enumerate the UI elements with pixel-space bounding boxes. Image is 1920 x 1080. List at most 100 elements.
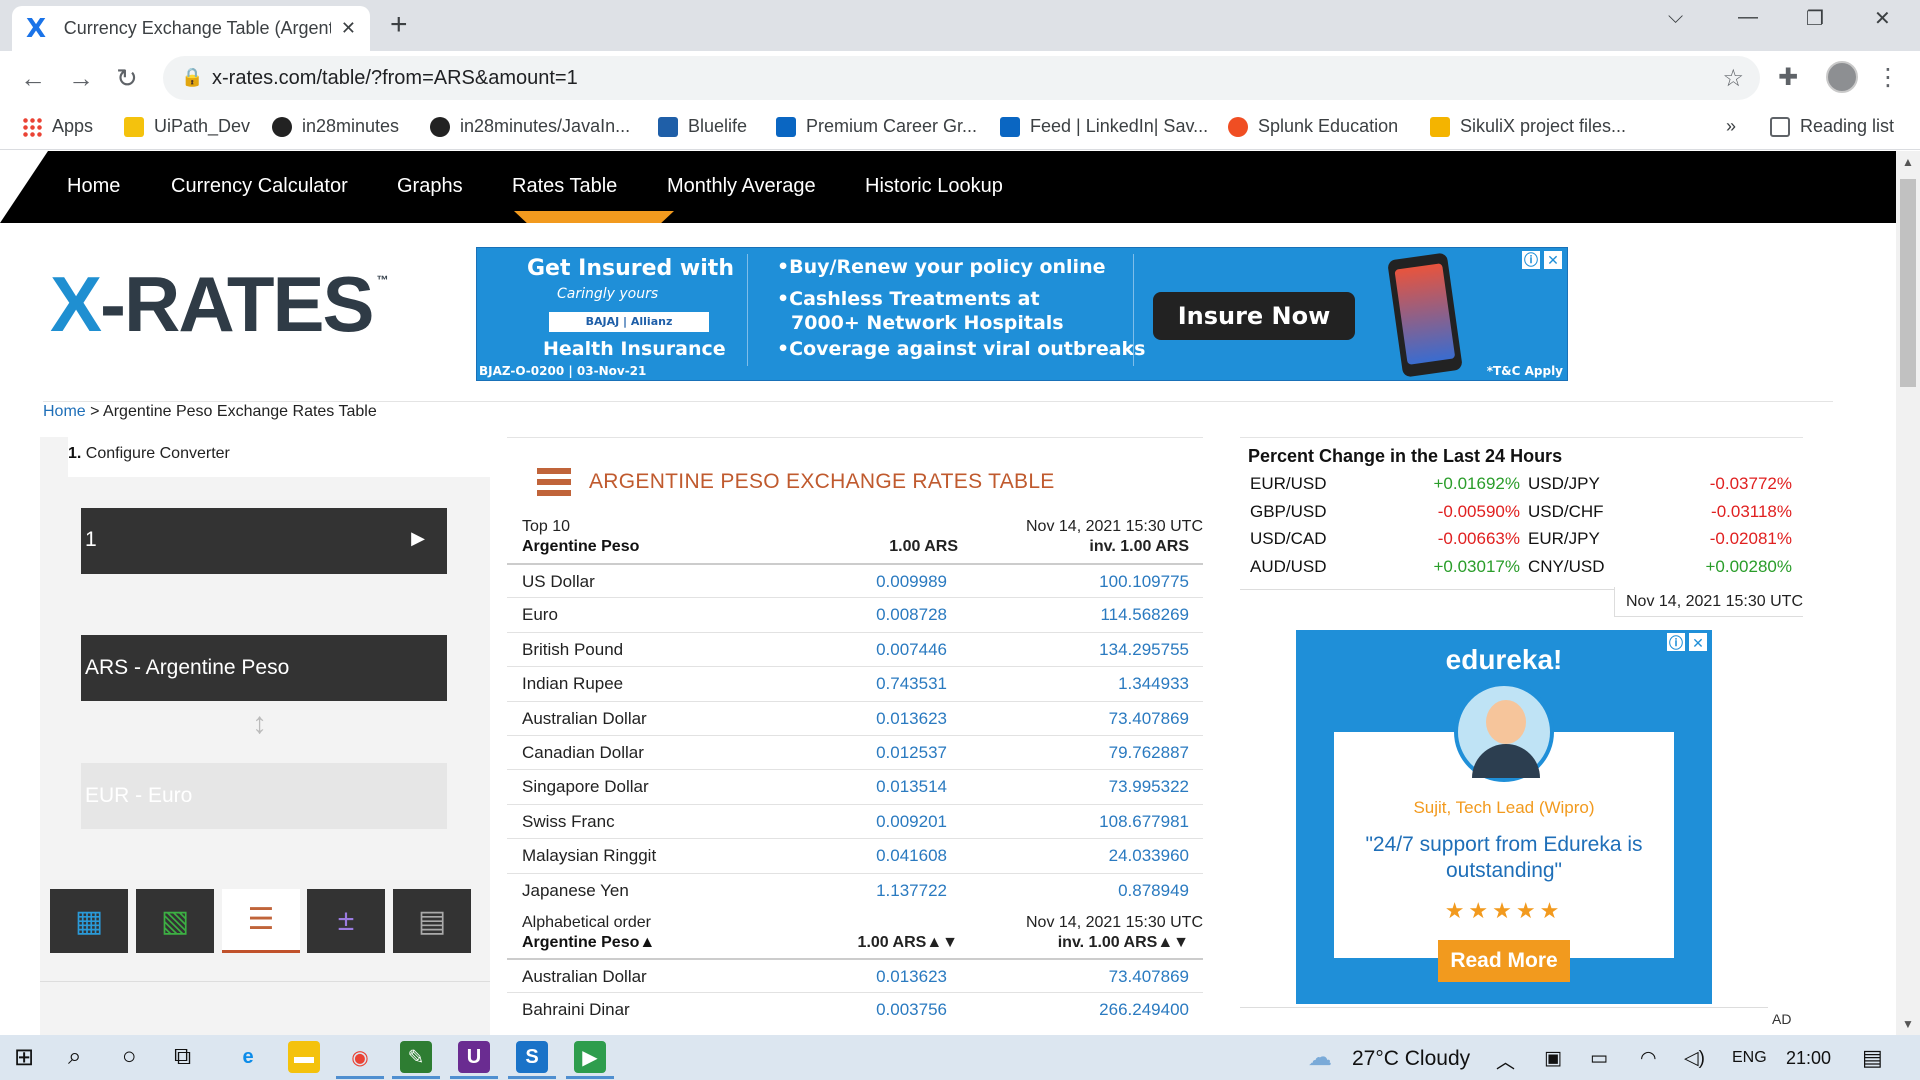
restore-icon[interactable]: ❐ bbox=[1806, 6, 1824, 31]
inverse-rate-link[interactable]: 73.407869 bbox=[1109, 709, 1189, 729]
rate-link[interactable]: 0.003756 bbox=[787, 1000, 947, 1020]
inverse-rate-link[interactable]: 79.762887 bbox=[1109, 743, 1189, 763]
breadcrumb-home[interactable]: Home bbox=[43, 403, 86, 420]
address-bar[interactable]: 🔒 x-rates.com/table/?from=ARS&amount=1 ☆ bbox=[163, 56, 1760, 100]
bookmark-apps[interactable]: Apps bbox=[22, 116, 93, 137]
windows-start-icon[interactable]: ⊞ bbox=[14, 1043, 34, 1072]
rate-link[interactable]: 0.041608 bbox=[787, 846, 947, 866]
close-tab-icon[interactable]: ✕ bbox=[341, 18, 356, 39]
alpha-base-sort-header[interactable]: Argentine Peso▲ bbox=[522, 934, 655, 952]
bookmark-in28minutes[interactable]: in28minutes bbox=[272, 116, 399, 137]
notepad-icon[interactable]: ✎ bbox=[392, 1041, 440, 1079]
currency-pair[interactable]: EUR/JPY bbox=[1528, 529, 1648, 549]
inverse-rate-link[interactable]: 114.568269 bbox=[1100, 605, 1189, 625]
cortana-icon[interactable]: ○ bbox=[122, 1043, 137, 1071]
nav-historic-lookup[interactable]: Historic Lookup bbox=[865, 175, 1003, 198]
amount-input[interactable]: 1 ▶ bbox=[81, 508, 447, 574]
graph-tool-button[interactable]: ▧ bbox=[136, 889, 214, 953]
currency-pair[interactable]: USD/CHF bbox=[1528, 502, 1648, 522]
rate-link[interactable]: 0.012537 bbox=[787, 743, 947, 763]
inverse-rate-link[interactable]: 266.249400 bbox=[1099, 1000, 1189, 1020]
reload-icon[interactable]: ↻ bbox=[116, 63, 138, 94]
scroll-thumb[interactable] bbox=[1900, 179, 1916, 387]
currency-pair[interactable]: EUR/USD bbox=[1250, 474, 1370, 494]
task-view-icon[interactable]: ⧉ bbox=[174, 1043, 191, 1071]
ad-close-icon[interactable]: ✕ bbox=[1688, 632, 1708, 652]
inverse-rate-link[interactable]: 108.677981 bbox=[1099, 812, 1189, 832]
inverse-rate-link[interactable]: 100.109775 bbox=[1099, 572, 1189, 592]
swap-currencies-icon[interactable]: ↕ bbox=[252, 707, 267, 741]
inverse-rate-link[interactable]: 73.995322 bbox=[1109, 777, 1189, 797]
convert-play-icon[interactable]: ▶ bbox=[411, 528, 425, 549]
minimize-icon[interactable]: — bbox=[1738, 6, 1758, 29]
alpha-inverse-sort-header[interactable]: inv. 1.00 ARS▲▼ bbox=[1058, 934, 1189, 952]
scroll-up-icon[interactable]: ▲ bbox=[1902, 155, 1914, 169]
bookmarks-overflow-button[interactable]: » bbox=[1726, 116, 1736, 137]
read-more-button[interactable]: Read More bbox=[1438, 940, 1570, 982]
inverse-rate-link[interactable]: 0.878949 bbox=[1118, 881, 1189, 901]
currency-pair[interactable]: AUD/USD bbox=[1250, 557, 1370, 577]
currency-pair[interactable]: USD/CAD bbox=[1250, 529, 1370, 549]
rate-link[interactable]: 0.009201 bbox=[787, 812, 947, 832]
browser-tab[interactable]: X Currency Exchange Table (Argentine Pes… bbox=[12, 6, 370, 51]
nav-currency-calculator[interactable]: Currency Calculator bbox=[171, 175, 348, 198]
ad-close-icon[interactable]: ✕ bbox=[1543, 250, 1563, 270]
nav-rates-table[interactable]: Rates Table bbox=[512, 175, 617, 198]
edge-icon[interactable]: e bbox=[232, 1041, 264, 1073]
wifi-icon[interactable]: ◠ bbox=[1640, 1047, 1657, 1070]
weather-text[interactable]: 27°C Cloudy bbox=[1352, 1047, 1470, 1071]
reading-list-button[interactable]: Reading list bbox=[1770, 116, 1894, 137]
menu-icon[interactable]: ⋮ bbox=[1876, 63, 1900, 92]
bookmark-sikulix[interactable]: SikuliX project files... bbox=[1430, 116, 1626, 137]
currency-pair[interactable]: USD/JPY bbox=[1528, 474, 1648, 494]
rate-link[interactable]: 0.007446 bbox=[787, 640, 947, 660]
rates-table-tool-button[interactable]: ☰ bbox=[222, 889, 300, 953]
bookmark-star-icon[interactable]: ☆ bbox=[1722, 64, 1744, 93]
bookmark-uipath-dev[interactable]: UiPath_Dev bbox=[124, 116, 250, 137]
chrome-icon[interactable]: ◉ bbox=[336, 1041, 384, 1079]
inverse-rate-link[interactable]: 73.407869 bbox=[1109, 967, 1189, 987]
media-player-icon[interactable]: ▶ bbox=[566, 1041, 614, 1079]
scroll-down-icon[interactable]: ▼ bbox=[1902, 1017, 1914, 1031]
bookmark-linkedin-feed[interactable]: Feed | LinkedIn| Sav... bbox=[1000, 116, 1208, 137]
rate-link[interactable]: 0.743531 bbox=[787, 674, 947, 694]
bookmark-bluelife[interactable]: Bluelife bbox=[658, 116, 747, 137]
xrates-logo[interactable]: X-RATES ™ bbox=[50, 259, 389, 350]
battery-icon[interactable]: ▭ bbox=[1590, 1047, 1608, 1070]
rate-link[interactable]: 0.013623 bbox=[787, 709, 947, 729]
nav-monthly-average[interactable]: Monthly Average bbox=[667, 175, 816, 198]
historic-tool-button[interactable]: ▤ bbox=[393, 889, 471, 953]
currency-pair[interactable]: CNY/USD bbox=[1528, 557, 1648, 577]
insurance-ad-banner[interactable]: Get Insured with Caringly yours BAJAJ | … bbox=[476, 247, 1568, 381]
bookmark-in28minutes-java[interactable]: in28minutes/JavaIn... bbox=[430, 116, 630, 137]
back-icon[interactable]: ← bbox=[20, 63, 46, 94]
insure-now-button[interactable]: Insure Now bbox=[1153, 292, 1355, 340]
inverse-rate-link[interactable]: 24.033960 bbox=[1109, 846, 1189, 866]
new-tab-button[interactable]: + bbox=[390, 8, 408, 42]
from-currency-select[interactable]: ARS - Argentine Peso bbox=[81, 635, 447, 701]
nav-graphs[interactable]: Graphs bbox=[397, 175, 463, 198]
tray-chevron-icon[interactable]: ︿ bbox=[1496, 1047, 1515, 1074]
language-indicator[interactable]: ENG bbox=[1732, 1049, 1767, 1067]
tab-search-icon[interactable]: ⌵ bbox=[1668, 6, 1683, 29]
to-currency-select[interactable]: EUR - Euro bbox=[81, 763, 447, 829]
calculator-tool-button[interactable]: ▦ bbox=[50, 889, 128, 953]
rate-link[interactable]: 0.013623 bbox=[787, 967, 947, 987]
rate-link[interactable]: 0.009989 bbox=[787, 572, 947, 592]
edureka-ad[interactable]: edureka! Sujit, Tech Lead (Wipro) "24/7 … bbox=[1296, 630, 1712, 1004]
rate-link[interactable]: 0.008728 bbox=[787, 605, 947, 625]
rate-link[interactable]: 0.013514 bbox=[787, 777, 947, 797]
meet-now-icon[interactable]: ▣ bbox=[1544, 1047, 1562, 1070]
alpha-rate-sort-header[interactable]: 1.00 ARS▲▼ bbox=[818, 934, 958, 952]
onenote-icon[interactable]: U bbox=[450, 1041, 498, 1079]
skype-icon[interactable]: S bbox=[508, 1041, 556, 1079]
profile-avatar[interactable] bbox=[1826, 61, 1858, 93]
currency-pair[interactable]: GBP/USD bbox=[1250, 502, 1370, 522]
inverse-rate-link[interactable]: 134.295755 bbox=[1099, 640, 1189, 660]
volume-icon[interactable]: ◁) bbox=[1684, 1047, 1705, 1070]
bookmark-splunk[interactable]: Splunk Education bbox=[1228, 116, 1398, 137]
ad-info-icon[interactable]: ⓘ bbox=[1666, 632, 1686, 652]
file-explorer-icon[interactable]: ▬ bbox=[288, 1041, 320, 1073]
inverse-rate-link[interactable]: 1.344933 bbox=[1118, 674, 1189, 694]
bookmark-premium-career[interactable]: Premium Career Gr... bbox=[776, 116, 977, 137]
